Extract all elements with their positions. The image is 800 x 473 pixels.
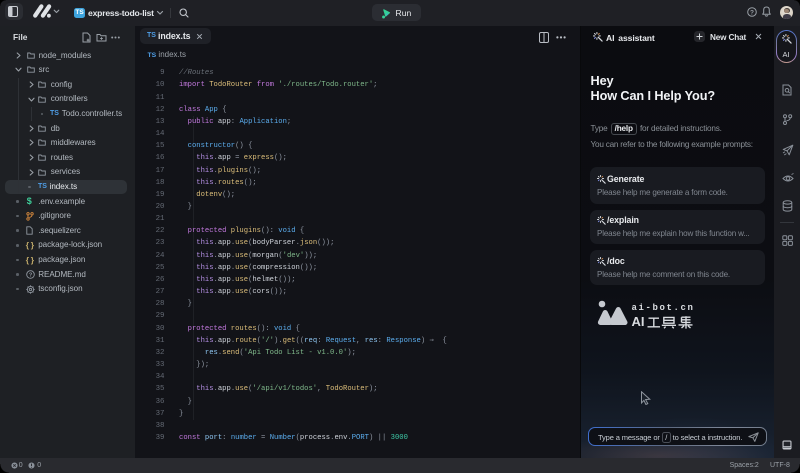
svg-text:?: ? [750,9,754,16]
